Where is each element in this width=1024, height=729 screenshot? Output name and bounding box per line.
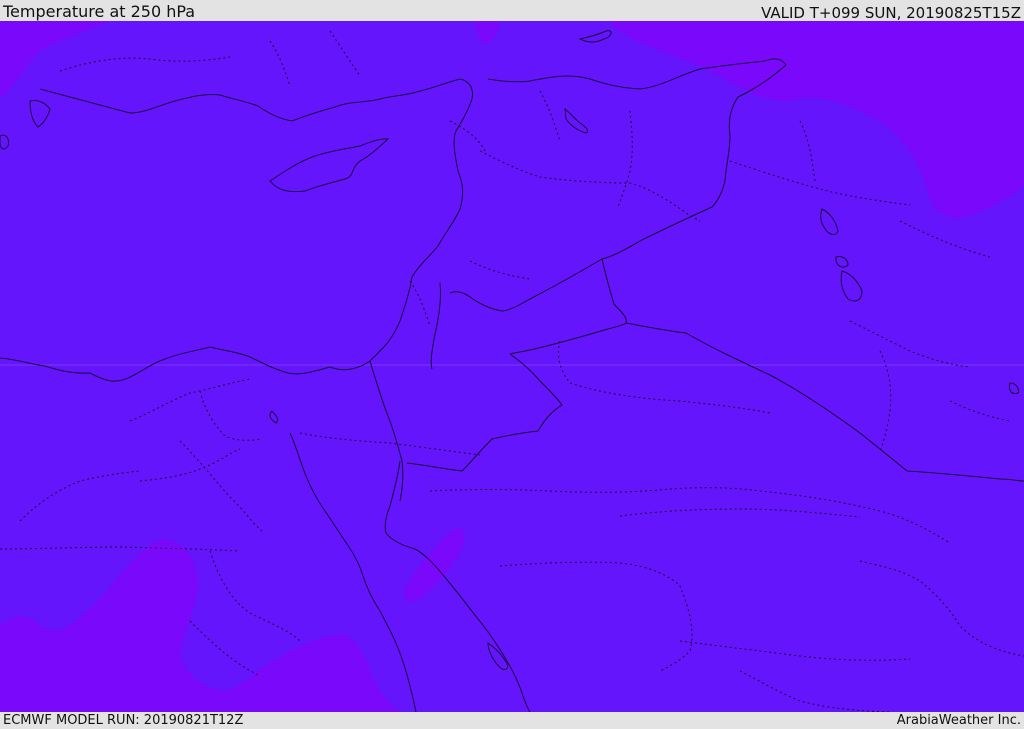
footer-bar: ECMWF MODEL RUN: 20190821T12Z ArabiaWeat…	[0, 712, 1024, 729]
weather-map[interactable]	[0, 21, 1024, 712]
header-bar: Temperature at 250 hPa VALID T+099 SUN, …	[0, 0, 1024, 22]
credit-text: ArabiaWeather Inc.	[896, 713, 1021, 728]
map-title: Temperature at 250 hPa	[3, 2, 196, 21]
model-run: ECMWF MODEL RUN: 20190821T12Z	[3, 713, 244, 728]
map-canvas[interactable]	[0, 21, 1024, 712]
valid-time: VALID T+099 SUN, 20190825T15Z	[761, 4, 1021, 22]
